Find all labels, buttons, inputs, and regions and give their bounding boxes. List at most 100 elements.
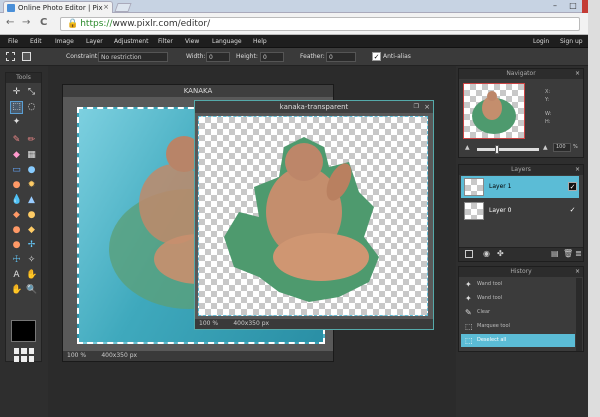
layer-name: Layer 0 <box>489 207 512 214</box>
document-window-kanaka-transparent[interactable]: kanaka-transparent ❐ × 100 % 400x350 px <box>194 100 434 330</box>
constraint-select[interactable]: No restriction <box>98 52 168 62</box>
move-tool-icon[interactable]: ⤡ <box>26 87 37 98</box>
bloat-tool-icon[interactable]: ✧ <box>26 255 37 266</box>
wand-icon: ✦ <box>465 294 472 303</box>
lasso-tool-icon[interactable]: ◌ <box>26 102 37 113</box>
red-eye-tool-icon[interactable]: ✢ <box>26 240 37 251</box>
nav-w-label: W: <box>545 111 552 117</box>
drawing-tool-icon[interactable]: 💧 <box>11 195 22 206</box>
page-scrollbar[interactable] <box>588 0 600 417</box>
hand-tool-icon[interactable]: ✋ <box>11 285 22 296</box>
color-swatch[interactable] <box>11 320 36 342</box>
history-item-label: Marquee tool <box>477 323 510 329</box>
document-title-bar[interactable]: KANAKA <box>63 85 333 97</box>
delete-layer-icon[interactable]: 🗑 <box>563 249 573 258</box>
dodge-tool-icon[interactable]: ◆ <box>26 225 37 236</box>
layer-name: Layer 1 <box>489 183 512 190</box>
layer-fx-icon[interactable]: ✤ <box>497 249 504 258</box>
history-item[interactable]: ✎ Clear <box>461 306 575 319</box>
smudge-tool-icon[interactable]: ● <box>26 210 37 221</box>
brush-tool-icon[interactable]: ✏ <box>26 135 37 146</box>
history-item-selected[interactable]: ⬚ Deselect all <box>461 334 575 347</box>
reload-button[interactable]: C <box>40 18 47 28</box>
marquee-style-icon[interactable] <box>22 52 31 61</box>
type-tool-icon[interactable]: ✋ <box>26 270 37 281</box>
navigator-close-icon[interactable]: × <box>575 69 580 79</box>
spot-heal-tool-icon[interactable]: ☩ <box>11 255 22 266</box>
navigator-header: Navigator × <box>459 69 583 79</box>
menu-view[interactable]: View <box>185 38 199 45</box>
pencil-tool-icon[interactable]: ✎ <box>11 135 22 146</box>
zoom-in-icon[interactable]: ▲ <box>543 144 548 151</box>
document-title: kanaka-transparent <box>279 103 349 111</box>
canvas-kanaka-transparent[interactable] <box>198 116 428 316</box>
height-field[interactable]: 0 <box>260 52 284 62</box>
menu-adjustment[interactable]: Adjustment <box>114 38 148 45</box>
url-field[interactable]: 🔒 https://www.pixlr.com/editor/ <box>60 17 580 31</box>
layer-visibility-checkbox[interactable]: ✓ <box>568 182 577 191</box>
history-item[interactable]: ✦ Wand tool <box>461 278 575 291</box>
pinch-tool-icon[interactable]: A <box>11 270 22 281</box>
zoom-slider-handle[interactable] <box>495 145 499 154</box>
document-status-bar: 100 % 400x350 px <box>195 319 433 329</box>
zoom-out-icon[interactable]: ▲ <box>465 144 470 151</box>
crop-tool-icon[interactable]: ✛ <box>11 87 22 98</box>
history-item[interactable]: ⬚ Marquee tool <box>461 320 575 333</box>
forward-button[interactable]: → <box>22 18 30 28</box>
minimize-button[interactable]: – <box>546 0 564 13</box>
shape-tool-icon[interactable]: ● <box>26 165 37 176</box>
clone-tool-icon[interactable]: ● <box>11 180 22 191</box>
grid-view-icon[interactable] <box>14 348 34 362</box>
document-title-bar[interactable]: kanaka-transparent ❐ × <box>195 101 433 113</box>
layer-mask-icon[interactable]: ◉ <box>483 249 490 258</box>
menu-help[interactable]: Help <box>253 38 267 45</box>
sharpen-tool-icon[interactable]: ◆ <box>11 210 22 221</box>
width-field[interactable]: 0 <box>206 52 230 62</box>
tab-title: Online Photo Editor | Pix <box>18 4 103 12</box>
layers-header: Layers × <box>459 165 583 175</box>
history-close-icon[interactable]: × <box>575 267 580 277</box>
zoom-slider[interactable] <box>477 148 539 151</box>
color-replace-tool-icon[interactable]: ✹ <box>26 180 37 191</box>
sponge-tool-icon[interactable]: ● <box>11 225 22 236</box>
maximize-button[interactable]: □ <box>564 0 582 13</box>
antialias-checkbox[interactable]: ✓ <box>372 52 381 61</box>
navigator-preview[interactable] <box>463 83 525 139</box>
history-scrollbar[interactable] <box>576 278 582 351</box>
burn-tool-icon[interactable]: ● <box>11 240 22 251</box>
history-title: History <box>510 268 532 275</box>
layer-visibility-checkbox[interactable]: ✓ <box>568 206 577 215</box>
marquee-mode-icon[interactable] <box>6 52 15 61</box>
maximize-doc-icon[interactable]: ❐ <box>414 101 419 113</box>
marquee-tool-icon[interactable]: ⬚ <box>10 101 23 114</box>
bucket-tool-icon[interactable]: ▦ <box>26 150 37 161</box>
layer-row[interactable]: Layer 0 ✓ <box>461 200 579 222</box>
menu-file[interactable]: File <box>8 38 18 45</box>
back-button[interactable]: ← <box>6 18 14 28</box>
menu-filter[interactable]: Filter <box>158 38 173 45</box>
blur-tool-icon[interactable]: ▲ <box>26 195 37 206</box>
layer-row[interactable]: Layer 1 ✓ <box>461 176 579 198</box>
new-layer-icon[interactable]: ▤ <box>551 249 559 258</box>
layers-close-icon[interactable]: × <box>575 165 580 175</box>
tab-close-icon[interactable]: × <box>103 3 109 11</box>
gradient-tool-icon[interactable]: ▭ <box>11 165 22 176</box>
eraser-tool-icon[interactable]: ◆ <box>11 150 22 161</box>
menu-image[interactable]: Image <box>55 38 74 45</box>
menu-edit[interactable]: Edit <box>30 38 42 45</box>
wand-tool-icon[interactable]: ✦ <box>11 117 22 128</box>
menu-language[interactable]: Language <box>212 38 242 45</box>
zoom-tool-icon[interactable]: 🔍 <box>26 285 37 296</box>
layer-style-icon[interactable] <box>465 250 473 258</box>
close-doc-icon[interactable]: × <box>424 101 430 113</box>
layer-options-icon[interactable]: ≣ <box>575 249 582 258</box>
signup-link[interactable]: Sign up <box>560 38 583 45</box>
login-link[interactable]: Login <box>533 38 549 45</box>
zoom-value-field[interactable]: 100 <box>553 143 571 152</box>
browser-tab[interactable]: Online Photo Editor | Pix × <box>3 1 113 13</box>
history-item[interactable]: ✦ Wand tool <box>461 292 575 305</box>
menu-layer[interactable]: Layer <box>86 38 103 45</box>
new-tab-button[interactable] <box>114 3 132 12</box>
feather-field[interactable]: 0 <box>326 52 356 62</box>
url-scheme: https:// <box>80 19 113 29</box>
